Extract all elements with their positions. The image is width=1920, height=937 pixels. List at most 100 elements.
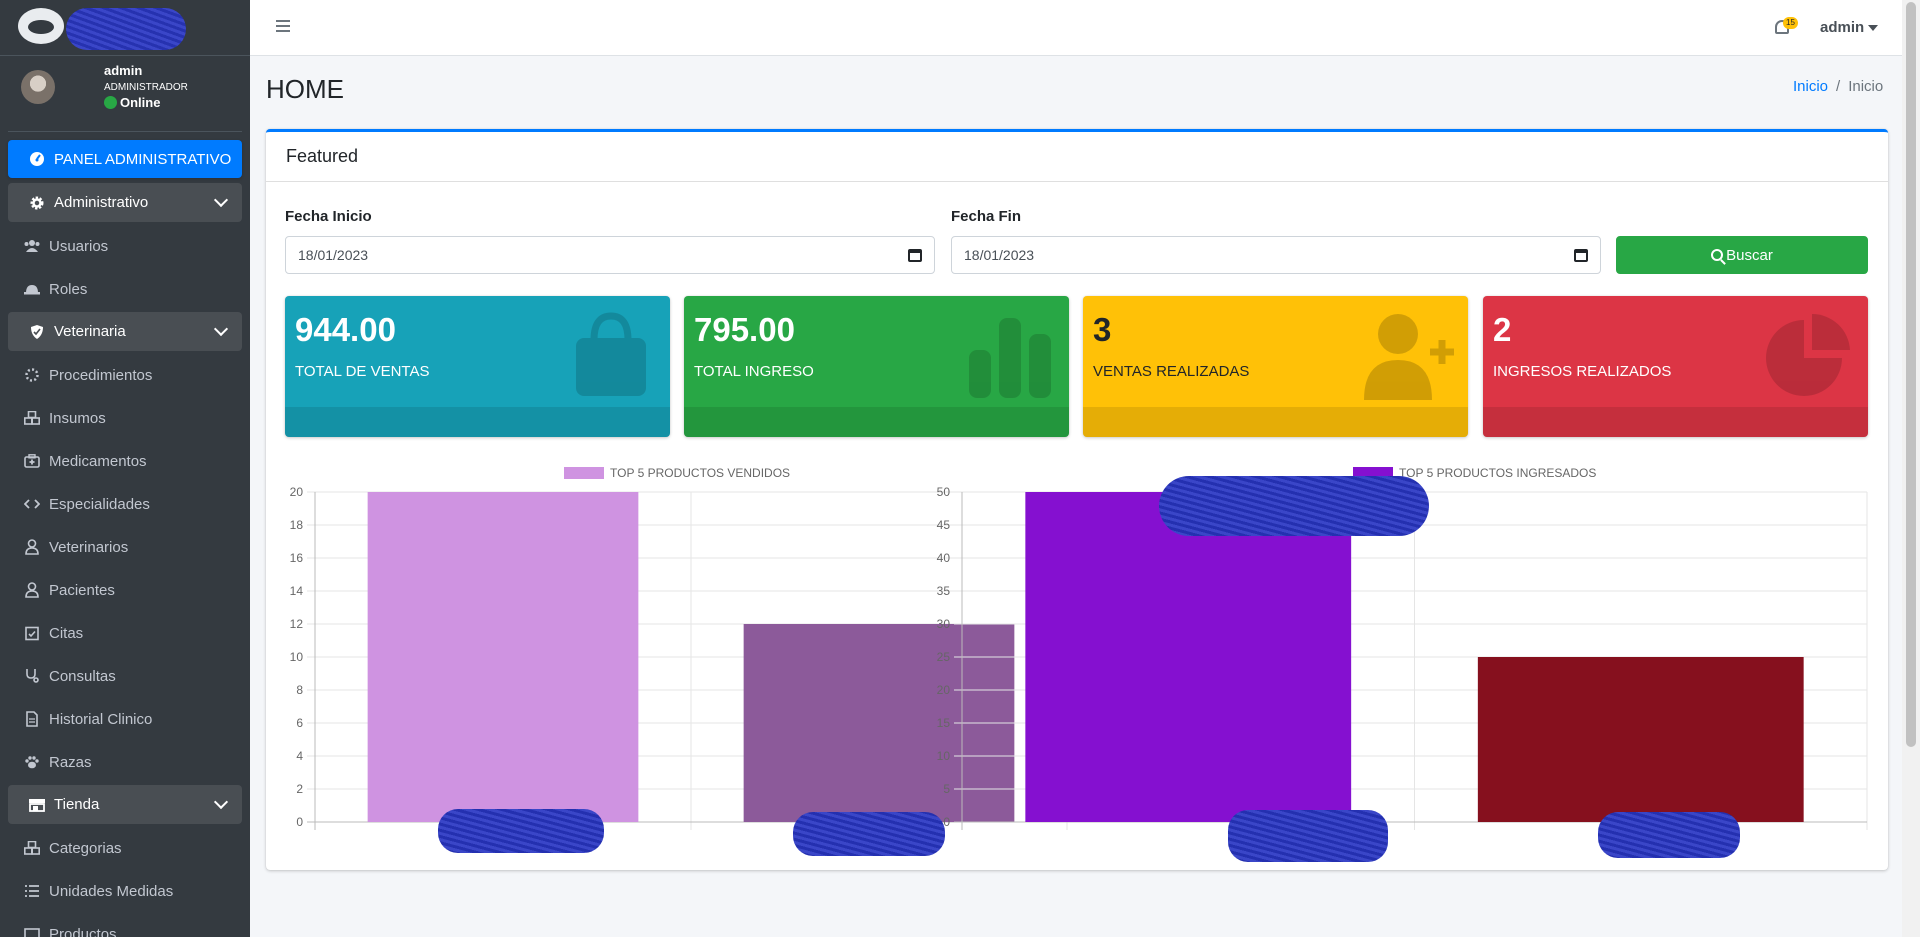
chart-bar	[1477, 657, 1804, 822]
sidebar-group-tienda[interactable]: Tienda	[8, 785, 242, 824]
sidebar: admin ADMINISTRADOR Online PANEL ADMINIS…	[0, 0, 250, 937]
sidebar-item-label: PANEL ADMINISTRATIVO	[54, 150, 232, 168]
sidebar-item-consultas[interactable]: Consultas	[8, 656, 242, 696]
sidebar-item-unidades-medidas[interactable]: Unidades Medidas	[8, 871, 242, 911]
sidebar-item-label: Administrativo	[54, 194, 149, 211]
featured-card: Featured Fecha Inicio 18/01/2023 Fecha F…	[266, 129, 1888, 870]
user-dropdown[interactable]: admin	[1820, 19, 1879, 36]
avatar[interactable]	[21, 70, 55, 104]
y-tick-label: 40	[937, 551, 951, 565]
cubes-icon	[23, 411, 41, 425]
y-tick-label: 20	[937, 683, 951, 697]
sidebar-item-label: Consultas	[49, 667, 116, 685]
sidebar-item-label: Razas	[49, 753, 92, 771]
chart-ingresados-svg: 05101520253035404550	[937, 485, 1868, 830]
sidebar-item-label: Roles	[49, 280, 88, 298]
sidebar-item-label: Historial Clinico	[49, 710, 153, 728]
sidebar-item-label: Insumos	[49, 409, 106, 427]
sidebar-item-label: Veterinaria	[54, 323, 126, 340]
y-tick-label: 30	[937, 617, 951, 631]
user-dropdown-label: admin	[1820, 19, 1865, 36]
y-tick-label: 45	[937, 518, 951, 532]
sidebar-item-medicamentos[interactable]: Medicamentos	[8, 441, 242, 481]
sidebar-item-veterinarios[interactable]: Veterinarios	[8, 527, 242, 567]
sidebar-item-razas[interactable]: Razas	[8, 742, 242, 782]
user-doctor-icon	[23, 539, 41, 555]
sidebar-item-label: Citas	[49, 624, 84, 642]
gear-icon	[28, 195, 46, 211]
sidebar-nav: PANEL ADMINISTRATIVO Administrativo Usua…	[0, 132, 250, 937]
chevron-down-icon	[213, 321, 229, 337]
sidebar-group-administrativo[interactable]: Administrativo	[8, 183, 242, 222]
chart-top-productos-ingresados: 0 5 10 15 20 25 30 35 40 45 50	[266, 132, 1888, 878]
page-title: HOME	[266, 74, 344, 104]
file-icon	[23, 711, 41, 727]
page-scrollbar[interactable]	[1902, 0, 1920, 937]
brand-name-redacted	[66, 8, 186, 50]
gauge-icon	[28, 151, 46, 167]
caret-down-icon	[1868, 24, 1879, 31]
user-name[interactable]: admin	[104, 63, 142, 78]
brand[interactable]	[0, 0, 250, 56]
y-tick-label: 5	[943, 782, 950, 796]
store-icon	[28, 798, 46, 812]
sidebar-item-label: Veterinarios	[49, 538, 129, 556]
top-navbar: 15 admin	[250, 0, 1902, 56]
user-status: Online	[104, 95, 160, 110]
chevron-down-icon	[213, 794, 229, 810]
sidebar-item-procedimientos[interactable]: Procedimientos	[8, 355, 242, 395]
breadcrumb: Inicio / Inicio	[1793, 78, 1883, 95]
sidebar-item-productos[interactable]: Productos	[8, 914, 242, 937]
sidebar-item-label: Categorias	[49, 839, 122, 857]
list-icon	[23, 884, 41, 898]
paw-icon	[23, 755, 41, 769]
calendar-check-icon	[23, 625, 41, 641]
redacted-label	[1159, 476, 1429, 536]
sidebar-item-label: Productos	[49, 925, 117, 937]
y-tick-label: 25	[937, 650, 951, 664]
redacted-label	[1598, 812, 1740, 858]
user-status-label: Online	[120, 95, 161, 110]
redacted-label	[438, 809, 604, 853]
breadcrumb-current: Inicio	[1848, 78, 1884, 95]
hamburger-menu-icon[interactable]	[276, 20, 290, 32]
chart-bar	[1025, 492, 1352, 822]
redacted-label	[1228, 810, 1388, 862]
users-icon	[23, 239, 41, 253]
breadcrumb-link-inicio[interactable]: Inicio	[1793, 78, 1828, 95]
sidebar-item-especialidades[interactable]: Especialidades	[8, 484, 242, 524]
sidebar-item-citas[interactable]: Citas	[8, 613, 242, 653]
online-dot-icon	[104, 96, 117, 109]
user-role: ADMINISTRADOR	[104, 82, 188, 93]
sidebar-item-usuarios[interactable]: Usuarios	[8, 226, 242, 266]
sidebar-item-insumos[interactable]: Insumos	[8, 398, 242, 438]
sidebar-item-panel-administrativo[interactable]: PANEL ADMINISTRATIVO	[8, 140, 242, 178]
spinner-icon	[23, 368, 41, 382]
sidebar-group-veterinaria[interactable]: Veterinaria	[8, 312, 242, 351]
scrollbar-thumb[interactable]	[1906, 2, 1916, 747]
sidebar-item-label: Usuarios	[49, 237, 109, 255]
brand-logo	[18, 8, 64, 44]
sidebar-item-label: Especialidades	[49, 495, 150, 513]
code-icon	[23, 497, 41, 511]
sidebar-item-label: Medicamentos	[49, 452, 147, 470]
user-injured-icon	[23, 582, 41, 598]
redacted-label	[793, 812, 945, 856]
sidebar-item-label: Procedimientos	[49, 366, 153, 384]
user-panel: admin ADMINISTRADOR Online	[8, 56, 242, 132]
sidebar-item-categorias[interactable]: Categorias	[8, 828, 242, 868]
hardhat-icon	[23, 282, 41, 296]
sidebar-item-label: Tienda	[54, 796, 100, 813]
breadcrumb-separator: /	[1836, 78, 1841, 95]
y-tick-label: 10	[937, 749, 951, 763]
box-icon	[23, 927, 41, 937]
sidebar-item-pacientes[interactable]: Pacientes	[8, 570, 242, 610]
shield-icon	[28, 324, 46, 340]
stethoscope-icon	[23, 668, 41, 684]
sidebar-item-label: Pacientes	[49, 581, 115, 599]
sidebar-item-roles[interactable]: Roles	[8, 269, 242, 309]
y-tick-label: 35	[937, 584, 951, 598]
sidebar-item-label: Unidades Medidas	[49, 882, 174, 900]
y-tick-label: 50	[937, 485, 951, 499]
sidebar-item-historial-clinico[interactable]: Historial Clinico	[8, 699, 242, 739]
